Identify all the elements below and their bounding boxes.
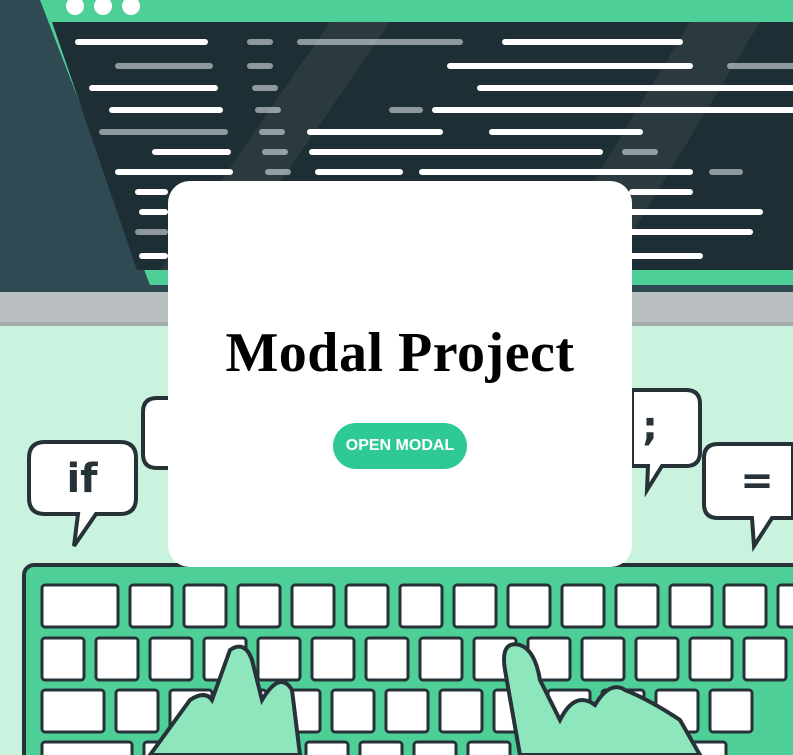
keyboard-key — [304, 740, 350, 755]
keyboard-key — [438, 688, 484, 734]
keyboard-key — [688, 636, 734, 682]
open-modal-button[interactable]: OPEN MODAL — [332, 423, 468, 469]
keyboard-key — [452, 583, 498, 629]
keyboard-key — [412, 740, 458, 755]
keyboard-key — [418, 636, 464, 682]
keyboard-key — [580, 636, 626, 682]
keyboard-key — [358, 740, 404, 755]
keyboard-key — [40, 636, 86, 682]
keyboard-key — [634, 636, 680, 682]
keyboard-key — [290, 583, 336, 629]
keyboard-key — [560, 583, 606, 629]
keyboard-key — [506, 583, 552, 629]
keyboard-key — [40, 583, 120, 629]
keyboard-key — [94, 636, 140, 682]
keyboard-key — [364, 636, 410, 682]
keyboard-key — [330, 688, 376, 734]
keyboard-key — [466, 740, 512, 755]
keyboard-key — [776, 583, 793, 629]
keyboard-key — [344, 583, 390, 629]
keyboard-key — [310, 636, 356, 682]
keyboard-key — [128, 583, 174, 629]
keyboard-key — [384, 688, 430, 734]
keyboard-key — [722, 583, 768, 629]
keyboard-key — [40, 688, 106, 734]
keyboard-key — [256, 636, 302, 682]
bubble-equals-text: = — [740, 458, 774, 504]
keyboard-key — [114, 688, 160, 734]
keyboard-key — [148, 636, 194, 682]
keyboard-key — [40, 740, 134, 755]
modal-card: Modal Project OPEN MODAL — [168, 181, 632, 567]
bubble-semicolon-text: ; — [642, 404, 658, 450]
keyboard-key — [668, 583, 714, 629]
keyboard-key — [398, 583, 444, 629]
keyboard-key — [708, 688, 754, 734]
keyboard-key — [742, 636, 788, 682]
bubble-if-text: if — [66, 456, 98, 502]
keyboard-key — [236, 583, 282, 629]
window-dots-icon — [66, 0, 140, 15]
page-title: Modal Project — [225, 322, 575, 384]
keyboard-key — [614, 583, 660, 629]
keyboard-key — [182, 583, 228, 629]
